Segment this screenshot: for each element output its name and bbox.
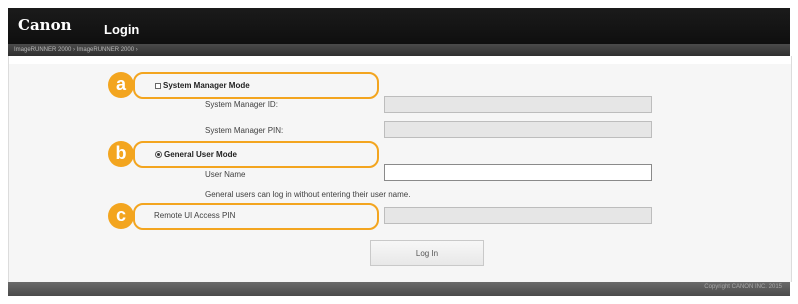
system-manager-pin-label: System Manager PIN: (205, 126, 284, 135)
general-user-mode-option[interactable]: General User Mode (155, 150, 237, 159)
user-name-label: User Name (205, 170, 246, 179)
breadcrumb: ImageRUNNER 2000 › ImageRUNNER 2000 › (14, 47, 138, 53)
callout-a-icon: a (108, 72, 134, 98)
breadcrumb-bar: ImageRUNNER 2000 › ImageRUNNER 2000 › (8, 44, 790, 56)
system-manager-id-input[interactable] (384, 96, 652, 113)
footer-bar: Copyright CANON INC. 2015 (8, 282, 790, 296)
system-manager-mode-label: System Manager Mode (163, 81, 250, 90)
general-user-note: General users can log in without enterin… (205, 190, 411, 199)
page-title: Login (104, 22, 140, 37)
general-user-mode-radio[interactable] (155, 151, 162, 158)
system-manager-mode-option[interactable]: System Manager Mode (155, 81, 250, 90)
callout-c-icon: c (108, 203, 134, 229)
user-name-input[interactable] (384, 164, 652, 181)
callout-b-icon: b (108, 141, 134, 167)
login-button[interactable]: Log In (370, 240, 484, 266)
remote-ui-pin-input[interactable] (384, 207, 652, 224)
copyright-text: Copyright CANON INC. 2015 (704, 284, 782, 290)
general-user-mode-label: General User Mode (164, 150, 237, 159)
canon-logo: Canon (18, 16, 72, 34)
page: Canon Login ImageRUNNER 2000 › ImageRUNN… (0, 0, 798, 304)
panel-top-strip (9, 56, 791, 64)
system-manager-mode-checkbox[interactable] (155, 82, 161, 89)
remote-ui-pin-label: Remote UI Access PIN (154, 211, 236, 220)
system-manager-id-label: System Manager ID: (205, 100, 278, 109)
system-manager-pin-input[interactable] (384, 121, 652, 138)
